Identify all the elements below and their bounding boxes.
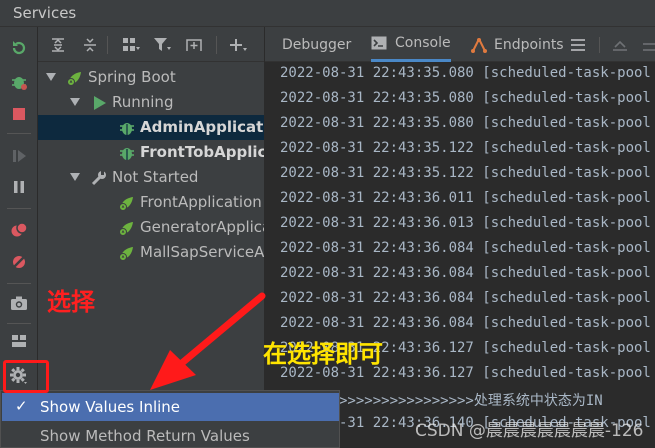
watermark: CSDN @晨晨晨晨晨晨晨-126 — [415, 421, 644, 441]
annotation-select-then-ok-label: 在选择即可 — [263, 340, 383, 368]
annotation-arrow — [150, 292, 266, 390]
